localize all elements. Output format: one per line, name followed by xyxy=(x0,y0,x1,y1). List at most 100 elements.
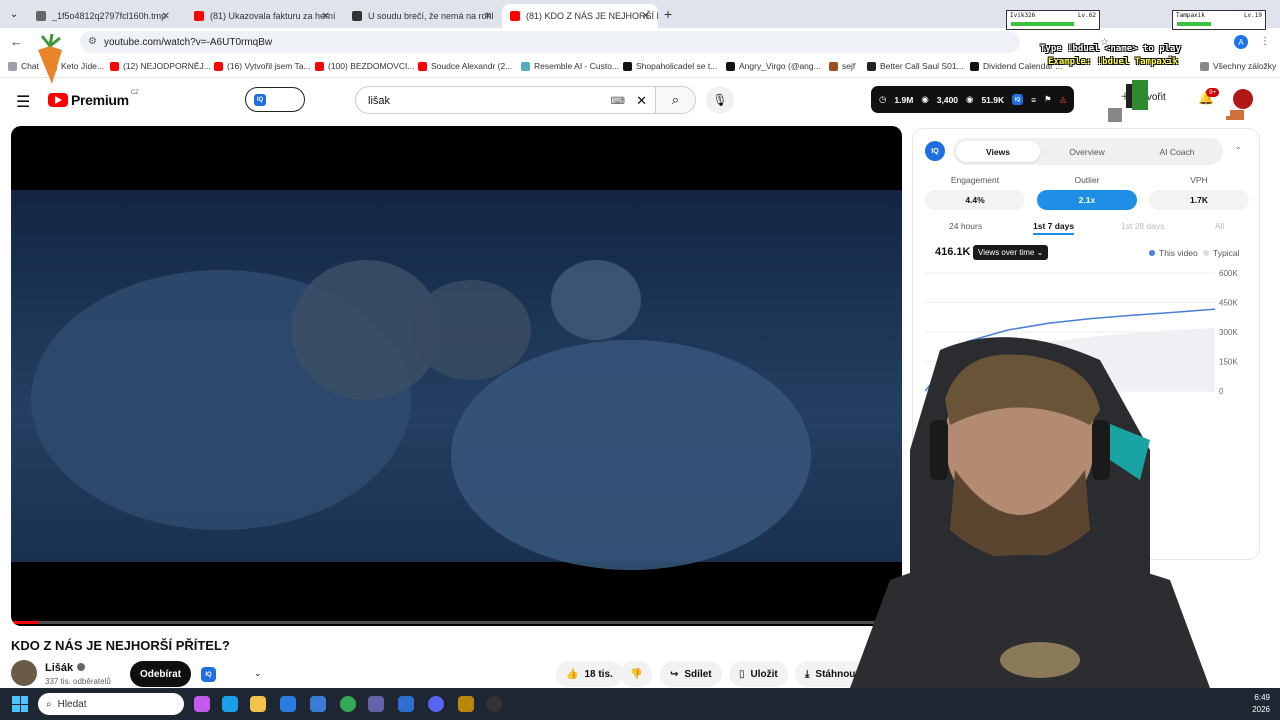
browser-tab-3[interactable]: (81) KDO Z NÁS JE NEJHORŠÍ P ✕ xyxy=(502,4,658,28)
edge-icon[interactable] xyxy=(222,696,238,712)
tab-close-icon[interactable]: ✕ xyxy=(642,11,650,22)
url-text[interactable]: youtube.com/watch?v=-A6UT0rmqBw xyxy=(104,37,272,48)
shirt-print-shape xyxy=(1000,642,1080,678)
search-button[interactable]: ⌕ xyxy=(655,86,696,114)
browser-menu-icon[interactable]: ⋮ xyxy=(1260,36,1270,47)
youtube-icon xyxy=(194,11,204,21)
bell-off-icon[interactable]: ◬ xyxy=(1060,94,1067,105)
webcam-overlay xyxy=(850,337,1210,688)
mail-icon[interactable] xyxy=(310,696,326,712)
legend-dot-icon xyxy=(1203,250,1209,256)
tab-title: (81) KDO Z NÁS JE NEJHORŠÍ P xyxy=(526,11,658,21)
search-icon: ⌕ xyxy=(46,698,52,710)
bookmark-item[interactable]: Angry_Virgo (@ang... xyxy=(726,61,821,71)
browser-tab-1[interactable]: (81) Ukazovala fakturu za herní ✕ xyxy=(186,4,338,28)
range-1st-7-days[interactable]: 1st 7 days xyxy=(1033,221,1075,235)
wave-icon xyxy=(521,61,530,71)
taskbar-search[interactable]: ⌕ Hledat xyxy=(38,693,184,715)
range-1st-28-days[interactable]: 1st 28 days xyxy=(1121,221,1164,231)
tab-close-icon[interactable]: ✕ xyxy=(322,11,330,22)
discord-icon[interactable] xyxy=(428,696,444,712)
game-icon[interactable] xyxy=(458,696,474,712)
tab-views[interactable]: Views xyxy=(956,141,1040,162)
legend-dot-icon xyxy=(1149,250,1155,256)
bookmark-item[interactable]: sejf xyxy=(829,61,855,71)
tab-search-chevron-icon[interactable]: ⌄ xyxy=(6,6,22,22)
voice-search-button[interactable]: 🎙 xyxy=(706,86,734,114)
range-all[interactable]: All xyxy=(1215,221,1224,231)
thumbs-up-icon: 👍 xyxy=(566,668,579,680)
keyboard-icon[interactable]: ⌨ xyxy=(611,96,625,107)
download-icon: ⤓ xyxy=(805,668,810,680)
site-settings-icon[interactable]: ⚙ xyxy=(88,36,97,47)
search-icon: ⌕ xyxy=(671,92,680,107)
vidiq-toggle[interactable]: IQ xyxy=(245,87,305,112)
clear-search-icon[interactable]: ✕ xyxy=(636,93,647,109)
tab-close-icon[interactable]: ✕ xyxy=(162,11,170,22)
store-icon[interactable] xyxy=(280,696,296,712)
video-frame xyxy=(11,190,902,570)
teams-icon[interactable] xyxy=(368,696,384,712)
tab-title: _1f5o4812q2797fcl160h.tmp xyxy=(52,11,167,21)
legend-typical: Typical xyxy=(1203,248,1239,258)
bookmark-item[interactable]: (16) Vytvořil jsem Ta... xyxy=(214,61,311,71)
views-over-time-dropdown[interactable]: Views over time ⌄ xyxy=(973,245,1049,260)
bookmark-item[interactable]: (12) NEJODPORNĚJ... xyxy=(110,61,211,71)
vidiq-icon[interactable]: IQ xyxy=(201,667,216,682)
app-icon[interactable] xyxy=(398,696,414,712)
tab-close-icon[interactable]: ✕ xyxy=(484,11,492,22)
back-arrow-icon[interactable]: ← xyxy=(10,34,23,49)
bookmark-item[interactable]: Resemble AI - Custo... xyxy=(521,61,619,71)
search-box[interactable]: lišak ⌨ ✕ xyxy=(355,86,655,114)
collapse-chevron-icon[interactable]: ⌃ xyxy=(1235,146,1242,155)
notification-badge: 9+ xyxy=(1206,88,1220,97)
x-icon xyxy=(623,61,632,71)
calendar-icon xyxy=(970,61,979,71)
pixel-character-icon xyxy=(1108,80,1148,122)
tag-icon[interactable]: ⚑ xyxy=(1044,94,1052,105)
all-bookmarks[interactable]: Všechny záložky xyxy=(1200,61,1276,71)
obs-icon[interactable] xyxy=(486,696,502,712)
video-progress-bar[interactable] xyxy=(11,621,902,624)
copilot-icon[interactable] xyxy=(194,696,210,712)
bookmark-item[interactable]: (100) BEZDOMOVCI... xyxy=(315,61,414,71)
file-explorer-icon[interactable] xyxy=(250,696,266,712)
list-icon[interactable]: ≡ xyxy=(1031,95,1036,105)
metric-engagement[interactable]: 4.4% xyxy=(925,190,1025,210)
bookmark-item[interactable]: Shopaholicadel se t... xyxy=(623,61,717,71)
bookmark-item[interactable]: Better Call Saul S01... xyxy=(867,61,964,71)
video-shape xyxy=(451,340,811,570)
youtube-header: ☰ Premium CZ IQ lišak ⌨ ✕ ⌕ 🎙 ◷ 1.9M ◉ 3… xyxy=(0,80,1280,120)
video-player[interactable] xyxy=(11,126,902,626)
chevron-down-icon[interactable]: ⌄ xyxy=(254,668,262,679)
menu-icon[interactable]: ☰ xyxy=(16,92,30,112)
metric-outlier[interactable]: 2.1x xyxy=(1037,190,1137,210)
new-tab-button[interactable]: + xyxy=(664,6,672,22)
search-input[interactable]: lišak xyxy=(368,95,390,107)
browser-tab-0[interactable]: _1f5o4812q2797fcl160h.tmp ✕ xyxy=(28,4,178,28)
subscribe-button[interactable]: Odebírat xyxy=(130,661,191,687)
share-icon: ↪ xyxy=(670,668,679,680)
bookmark-item[interactable]: Soudce Alexandr (2... xyxy=(418,61,512,71)
vidiq-icon[interactable]: IQ xyxy=(1012,94,1024,105)
browser-tab-2[interactable]: U soudu brečí, že nemá na rohl ✕ xyxy=(344,4,500,28)
metric-label: VPH xyxy=(1190,175,1208,185)
tab-overview[interactable]: Overview xyxy=(1045,141,1129,162)
tab-ai-coach[interactable]: AI Coach xyxy=(1134,141,1220,162)
system-clock[interactable]: 6:49 2026 xyxy=(1252,692,1270,716)
logo-region: CZ xyxy=(130,90,139,96)
metric-vph[interactable]: 1.7K xyxy=(1149,190,1249,210)
profile-avatar[interactable]: A xyxy=(1234,35,1248,49)
channel-avatar[interactable] xyxy=(11,660,37,686)
like-button[interactable]: 👍 18 tis. xyxy=(556,661,623,687)
channel-name[interactable]: Lišák xyxy=(45,662,86,674)
windows-start-icon[interactable] xyxy=(12,696,28,712)
player2-healthbar: Tampaxik Lv.19 xyxy=(1172,10,1266,30)
chrome-icon[interactable] xyxy=(340,696,356,712)
range-24-hours[interactable]: 24 hours xyxy=(949,221,982,231)
fox-icon xyxy=(829,61,838,71)
save-button[interactable]: ▯ Uložit xyxy=(729,661,788,687)
youtube-logo[interactable]: Premium CZ xyxy=(48,90,139,108)
dislike-button[interactable]: 👎 xyxy=(620,661,653,687)
share-button[interactable]: ↪ Sdílet xyxy=(660,661,722,687)
